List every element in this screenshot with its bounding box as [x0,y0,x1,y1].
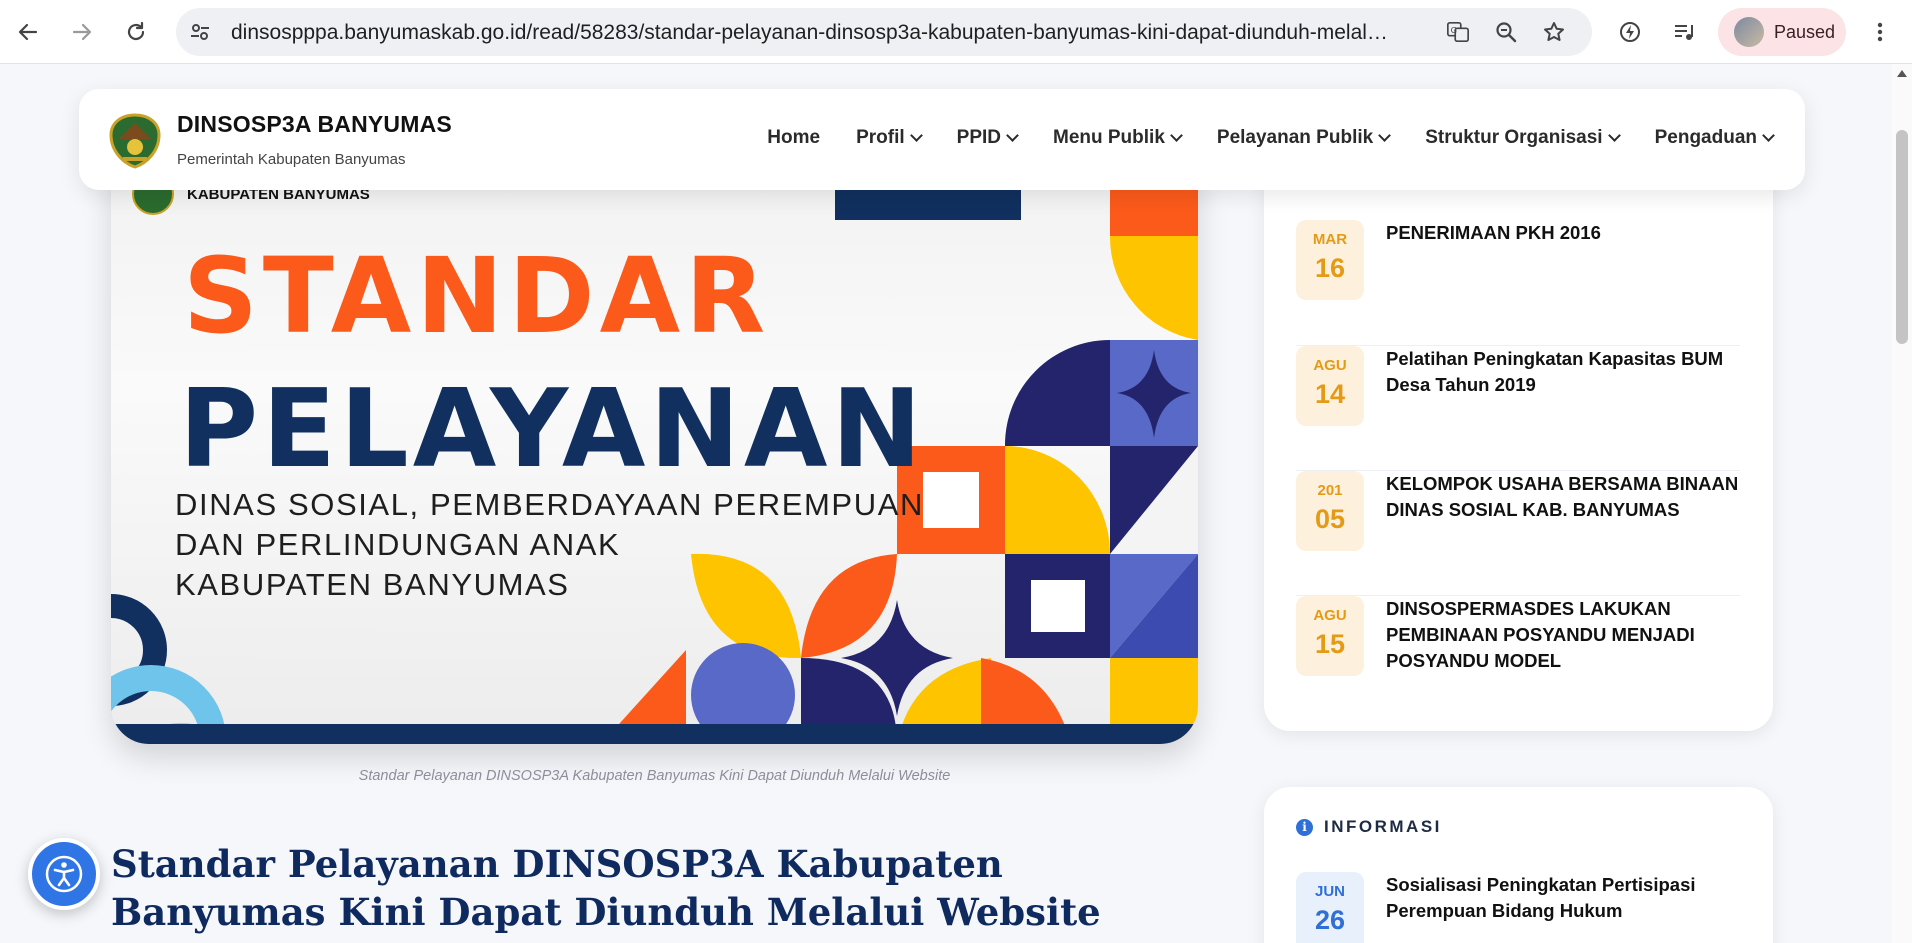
media-icon[interactable] [1664,12,1704,52]
sidebar-news-card: MAR 16 PENERIMAAN PKH 2016 AGU 14 Pelati… [1264,150,1773,731]
accessibility-icon [45,855,83,893]
date-day: 15 [1314,629,1346,659]
date-month: AGU [1313,357,1347,374]
nav-struktur-organisasi[interactable]: Struktur Organisasi [1425,127,1621,149]
date-month: 201 [1317,482,1343,499]
date-day: 26 [1314,905,1346,935]
article-title: Standar Pelayanan DINSOSP3A Kabupaten Ba… [111,842,1101,934]
back-icon[interactable] [8,12,48,52]
nav-menu-publik-label: Menu Publik [1053,127,1165,148]
news-title[interactable]: Pelatihan Peningkatan Kapasitas BUM Desa… [1386,346,1746,398]
news-title[interactable]: Sosialisasi Peningkatan Pertisipasi Pere… [1386,872,1746,924]
news-title[interactable]: PENERIMAAN PKH 2016 [1386,220,1746,246]
date-day: 05 [1314,504,1346,534]
hero-line-3: KABUPATEN BANYUMAS [175,567,570,602]
nav-profil-label: Profil [856,127,905,148]
zoom-icon[interactable] [1494,20,1518,44]
reload-icon[interactable] [116,12,156,52]
news-item[interactable]: AGU 15 DINSOSPERMASDES LAKUKAN PEMBINAAN… [1296,596,1740,706]
news-item[interactable]: MAR 16 PENERIMAAN PKH 2016 [1296,220,1740,346]
scroll-up-arrow-icon[interactable] [1897,70,1907,77]
date-day: 14 [1314,379,1346,409]
nav-home-label: Home [767,127,821,148]
site-info-icon[interactable] [188,20,212,44]
performance-icon[interactable] [1610,12,1650,52]
informasi-label: INFORMASI [1324,817,1442,836]
nav-struktur-organisasi-label: Struktur Organisasi [1425,127,1603,148]
date-month: JUN [1314,883,1345,900]
article-hero-image[interactable]: KABUPATEN BANYUMAS bangsa STANDAR PELAYA… [111,150,1198,744]
nav-home[interactable]: Home [767,127,820,149]
banyumas-logo[interactable] [109,113,161,169]
nav-menu-publik[interactable]: Menu Publik [1053,127,1183,149]
date-badge: JUN 26 [1296,872,1364,943]
hero-headline-standar: STANDAR [183,235,771,357]
site-header: DINSOSP3A BANYUMAS Pemerintah Kabupaten … [79,89,1805,190]
svg-text:G: G [1451,25,1457,35]
nav-pelayanan-publik[interactable]: Pelayanan Publik [1216,127,1392,149]
chevron-down-icon [1378,129,1392,142]
hero-headline-pelayanan: PELAYANAN [179,367,926,492]
chevron-down-icon [1170,129,1183,142]
chevron-down-icon [1607,129,1621,142]
news-item[interactable]: JUN 26 Sosialisasi Peningkatan Pertisipa… [1296,872,1740,943]
date-badge: AGU 14 [1296,346,1364,426]
image-caption: Standar Pelayanan DINSOSP3A Kabupaten Ba… [358,768,951,784]
nav-pengaduan[interactable]: Pengaduan [1654,127,1775,149]
nav-profil[interactable]: Profil [856,127,923,149]
date-badge: MAR 16 [1296,220,1364,300]
news-title[interactable]: DINSOSPERMASDES LAKUKAN PEMBINAAN POSYAN… [1386,596,1746,674]
date-month: MAR [1312,231,1348,248]
star-icon[interactable] [1542,20,1566,44]
chevron-down-icon [1006,129,1019,142]
nav-ppid-label: PPID [956,127,1001,148]
site-name[interactable]: DINSOSP3A BANYUMAS [177,111,452,138]
date-day: 16 [1314,253,1346,283]
profile-button[interactable]: Paused [1718,8,1846,56]
browser-toolbar: dinsospppa.banyumaskab.go.id/read/58283/… [0,0,1912,64]
chevron-down-icon [909,129,923,142]
hero-line-1: DINAS SOSIAL, PEMBERDAYAAN PEREMPUAN [175,487,924,522]
menu-icon[interactable] [1860,12,1900,52]
sidebar-informasi-card: i INFORMASI JUN 26 Sosialisasi Peningkat… [1264,787,1773,943]
profile-status: Paused [1774,21,1836,42]
news-item[interactable]: 201 05 KELOMPOK USAHA BERSAMA BINAAN DIN… [1296,471,1740,596]
url-text[interactable]: dinsospppa.banyumaskab.go.id/read/58283/… [231,21,1391,45]
date-badge: 201 05 [1296,471,1364,551]
news-title[interactable]: KELOMPOK USAHA BERSAMA BINAAN DINAS SOSI… [1386,471,1746,523]
info-icon: i [1296,818,1313,836]
accessibility-button[interactable] [28,838,100,910]
avatar [1734,17,1764,47]
forward-icon[interactable] [62,12,102,52]
scroll-thumb[interactable] [1896,130,1908,344]
nav-pelayanan-publik-label: Pelayanan Publik [1216,127,1374,148]
page-scrollbar[interactable] [1892,64,1912,943]
date-month: AGU [1313,607,1347,624]
chevron-down-icon [1762,129,1775,142]
address-bar[interactable]: dinsospppa.banyumaskab.go.id/read/58283/… [176,8,1592,56]
news-item[interactable]: AGU 14 Pelatihan Peningkatan Kapasitas B… [1296,346,1740,471]
informasi-heading: i INFORMASI [1296,817,1442,837]
date-badge: AGU 15 [1296,596,1364,676]
hero-line-2: DAN PERLINDUNGAN ANAK [175,527,621,562]
site-subtitle: Pemerintah Kabupaten Banyumas [177,151,406,168]
main-navigation: Home Profil PPID Menu Publik Pelayanan P… [731,127,1775,149]
nav-ppid[interactable]: PPID [956,127,1019,149]
translate-icon[interactable]: G [1446,20,1470,44]
nav-pengaduan-label: Pengaduan [1654,127,1757,148]
